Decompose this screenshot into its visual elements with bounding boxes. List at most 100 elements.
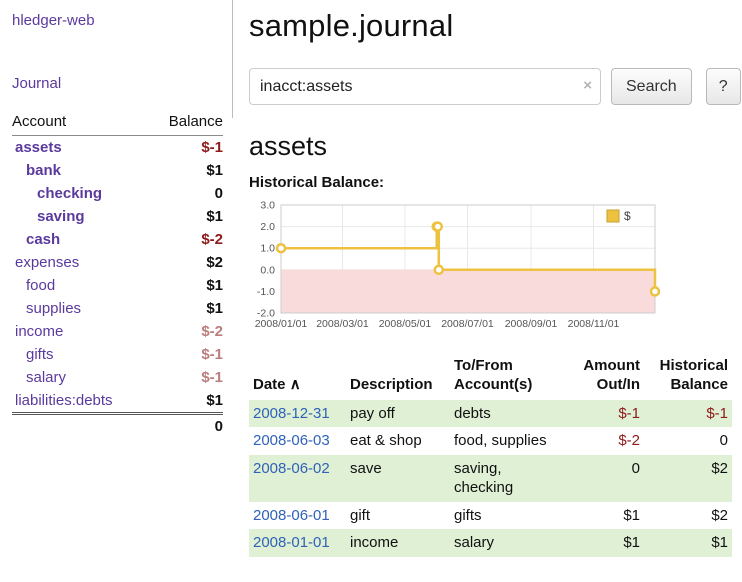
account-balance: $-1 — [149, 366, 223, 389]
transaction-date-link[interactable]: 2008-06-02 — [253, 460, 330, 477]
search-button[interactable]: Search — [611, 68, 692, 105]
legend-label: $ — [624, 209, 631, 223]
transaction-amount: $-1 — [562, 400, 644, 428]
account-balance: 0 — [149, 182, 223, 205]
register-row: 2008-06-03eat & shopfood, supplies$-20 — [249, 427, 732, 455]
transaction-date-cell: 2008-06-01 — [249, 502, 346, 530]
register-header-accounts[interactable]: To/From Account(s) — [450, 355, 562, 400]
transaction-balance: $2 — [644, 455, 732, 502]
account-balance: $-1 — [149, 136, 223, 160]
svg-text:2008/03/01: 2008/03/01 — [316, 318, 369, 330]
chart-heading: Historical Balance: — [249, 174, 741, 191]
app-title-link[interactable]: hledger-web — [12, 12, 95, 29]
search-box: × — [249, 68, 601, 105]
register-row: 2008-06-01giftgifts$1$2 — [249, 502, 732, 530]
account-balance: $-2 — [149, 228, 223, 251]
transaction-amount: $1 — [562, 502, 644, 530]
sidebar-account-saving[interactable]: saving — [37, 208, 85, 225]
svg-text:2008/09/01: 2008/09/01 — [505, 318, 558, 330]
sidebar-item-journal[interactable]: Journal — [12, 75, 61, 92]
transaction-amount: $1 — [562, 529, 644, 557]
transaction-accounts: debts — [450, 400, 562, 428]
account-row: liabilities:debts$1 — [12, 389, 223, 414]
sidebar-account-bank[interactable]: bank — [26, 162, 61, 179]
sidebar-account-supplies[interactable]: supplies — [26, 300, 81, 317]
account-row: food$1 — [12, 274, 223, 297]
date-header-label: Date — [253, 376, 286, 393]
svg-text:2008/01/01: 2008/01/01 — [255, 318, 308, 330]
transaction-description: save — [346, 455, 450, 502]
help-button[interactable]: ? — [706, 68, 741, 105]
page-title: sample.journal — [249, 8, 741, 44]
svg-text:2008/11/01: 2008/11/01 — [568, 318, 620, 330]
transaction-accounts: gifts — [450, 502, 562, 530]
account-heading: assets — [249, 131, 741, 162]
transaction-date-link[interactable]: 2008-06-03 — [253, 432, 330, 449]
register-header-description[interactable]: Description — [346, 355, 450, 400]
transaction-balance: $2 — [644, 502, 732, 530]
accounts-header-balance: Balance — [149, 110, 223, 136]
account-balance: $1 — [149, 205, 223, 228]
account-row: assets $-1 — [12, 136, 223, 160]
account-name-cell: cash — [12, 228, 149, 251]
account-row: expenses $2 — [12, 251, 223, 274]
sidebar-account-food[interactable]: food — [26, 277, 55, 294]
account-name-cell: supplies — [12, 297, 149, 320]
transaction-date-link[interactable]: 2008-06-01 — [253, 507, 330, 524]
sidebar-divider — [232, 0, 233, 118]
sidebar-account-checking[interactable]: checking — [37, 185, 102, 202]
accounts-table: Account Balance assets$-1bank$1checking0… — [12, 110, 223, 438]
sidebar-account-expenses[interactable]: expenses — [15, 254, 79, 271]
account-name-cell: assets — [12, 136, 149, 160]
svg-text:0.0: 0.0 — [260, 264, 275, 276]
register-body: 2008-12-31pay offdebts$-1$-12008-06-03ea… — [249, 400, 732, 557]
account-row: bank$1 — [12, 159, 223, 182]
sidebar-account-cash[interactable]: cash — [26, 231, 60, 248]
register-header-date[interactable]: Date ∧ — [249, 355, 346, 400]
svg-text:2008/07/01: 2008/07/01 — [441, 318, 494, 330]
sidebar-account-liabilities-debts[interactable]: liabilities:debts — [15, 392, 113, 409]
legend-swatch — [607, 210, 619, 222]
transaction-description: eat & shop — [346, 427, 450, 455]
sidebar-account-salary[interactable]: salary — [26, 369, 66, 386]
clear-search-icon[interactable]: × — [583, 78, 592, 93]
account-name-cell: liabilities:debts — [12, 389, 149, 414]
account-row: income $-2 — [12, 320, 223, 343]
accounts-total-balance: 0 — [149, 414, 223, 439]
historical-balance-chart: 3.02.01.00.0-1.0-2.02008/01/012008/03/01… — [249, 199, 741, 343]
account-row: salary $-1 — [12, 366, 223, 389]
sidebar-account-income[interactable]: income — [15, 323, 63, 340]
transaction-date-cell: 2008-12-31 — [249, 400, 346, 428]
account-row: gifts $-1 — [12, 343, 223, 366]
accounts-total-row: 0 — [12, 414, 223, 439]
transaction-amount: 0 — [562, 455, 644, 502]
transaction-amount: $-2 — [562, 427, 644, 455]
accounts-body: assets$-1bank$1checking0saving$1cash$-2e… — [12, 136, 223, 414]
register-row: 2008-01-01incomesalary$1$1 — [249, 529, 732, 557]
accounts-header-account: Account — [12, 110, 149, 136]
account-name-cell: food — [12, 274, 149, 297]
register-header-row: Date ∧ Description To/From Account(s) Am… — [249, 355, 732, 400]
transaction-balance: $1 — [644, 529, 732, 557]
svg-text:1.0: 1.0 — [260, 243, 275, 255]
transaction-date-link[interactable]: 2008-01-01 — [253, 534, 330, 551]
transaction-description: pay off — [346, 400, 450, 428]
register-header-amount[interactable]: Amount Out/In — [562, 355, 644, 400]
sidebar-account-assets[interactable]: assets — [15, 139, 62, 156]
transaction-date-cell: 2008-06-02 — [249, 455, 346, 502]
chart-svg: 3.02.01.00.0-1.0-2.02008/01/012008/03/01… — [249, 199, 663, 339]
transaction-accounts: salary — [450, 529, 562, 557]
sidebar: hledger-web Journal Account Balance asse… — [0, 0, 233, 557]
account-balance: $2 — [149, 251, 223, 274]
accounts-header-row: Account Balance — [12, 110, 223, 136]
account-balance: $-2 — [149, 320, 223, 343]
account-name-cell: checking — [12, 182, 149, 205]
register-header-balance[interactable]: Historical Balance — [644, 355, 732, 400]
search-input[interactable] — [249, 68, 601, 105]
account-balance: $-1 — [149, 343, 223, 366]
sidebar-account-gifts[interactable]: gifts — [26, 346, 54, 363]
transaction-date-link[interactable]: 2008-12-31 — [253, 405, 330, 422]
transaction-accounts: saving, checking — [450, 455, 562, 502]
transaction-date-cell: 2008-01-01 — [249, 529, 346, 557]
account-name-cell: salary — [12, 366, 149, 389]
